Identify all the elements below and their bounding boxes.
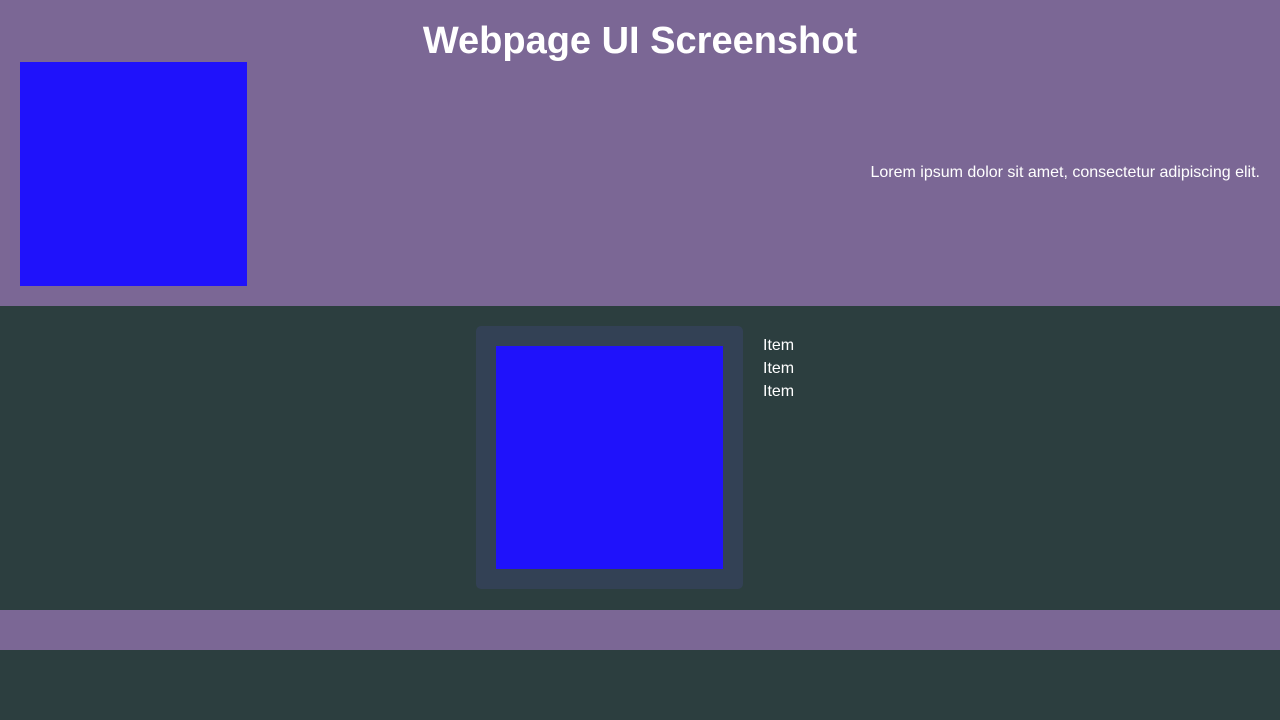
- image-card: [476, 326, 743, 589]
- list-item: Item: [763, 360, 795, 377]
- header-image-placeholder: [20, 62, 247, 286]
- list-item: Item: [763, 383, 795, 400]
- item-list: Item Item Item: [763, 334, 794, 403]
- card-image-placeholder: [496, 346, 723, 569]
- page-footer: [0, 610, 1280, 650]
- header-description: Lorem ipsum dolor sit amet, consectetur …: [870, 164, 1260, 181]
- page-header: Webpage UI Screenshot Lorem ipsum dolor …: [0, 0, 1280, 306]
- page-title: Webpage UI Screenshot: [422, 20, 858, 62]
- list-item: Item: [763, 337, 795, 354]
- main-content: Item Item Item: [0, 306, 1280, 610]
